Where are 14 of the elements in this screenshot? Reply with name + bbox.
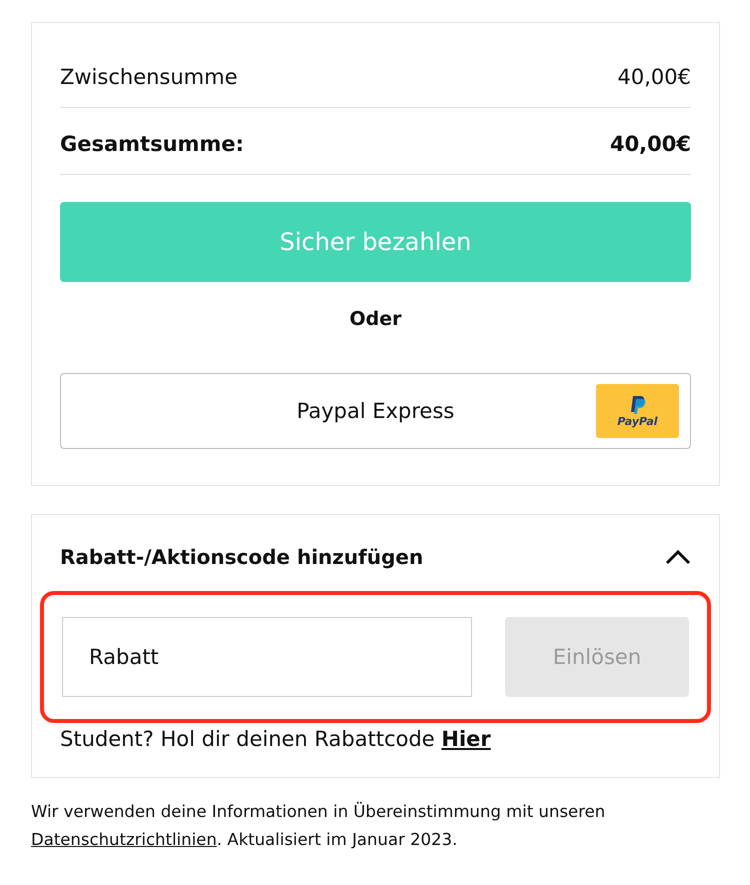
student-link[interactable]: Hier [441, 727, 491, 751]
separator-text: Oder [349, 308, 402, 330]
paypal-logo: PayPal [596, 384, 679, 438]
total-value: 40,00€ [610, 132, 691, 156]
promo-title: Rabatt-/Aktionscode hinzufügen [60, 545, 424, 569]
chevron-up-icon[interactable] [665, 549, 691, 565]
paypal-button[interactable]: Paypal Express PayPal [60, 373, 691, 449]
code-input-field[interactable]: Rabatt [62, 617, 472, 697]
privacy-notice: Wir verwenden deine Informationen in Übereinstimmung mit unseren Datenschutzrichtlinien. Aktualisiert im Januar 2023. [31, 800, 606, 851]
total-label: Gesamtsumme: [60, 132, 244, 156]
privacy-link[interactable]: Datenschutzrichtlinien [31, 830, 217, 849]
subtotal-label: Zwischensumme [60, 65, 238, 89]
student-text: Student? Hol dir deinen Rabattcode Hier [60, 727, 492, 751]
subtotal-value: 40,00€ [618, 65, 691, 89]
